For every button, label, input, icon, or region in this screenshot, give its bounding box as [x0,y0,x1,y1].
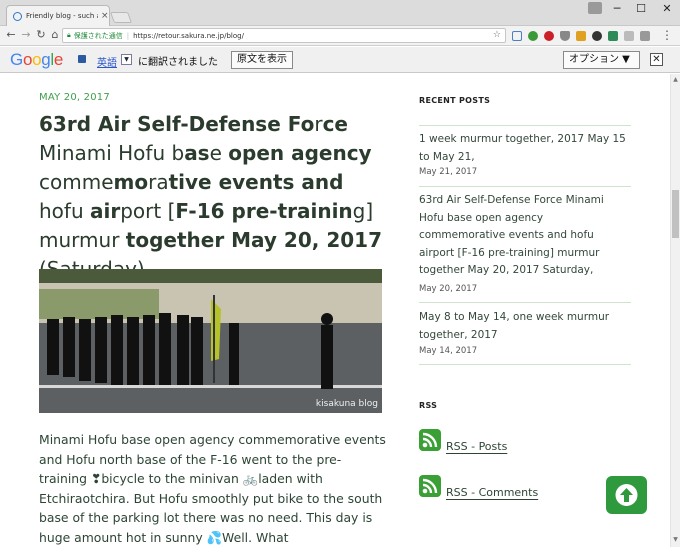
home-icon[interactable]: ⌂ [48,27,62,43]
parade-photo [39,269,382,413]
address-bar[interactable]: 🔒︎ 保護された通信 | https://retour.sakura.ne.jp… [62,28,506,43]
bookmark-star-icon[interactable]: ☆ [493,30,501,40]
post-title-segment: hofu [39,199,90,223]
recent-post-link[interactable]: May 8 to May 14, one week murmur togethe… [419,309,631,344]
scroll-up-icon[interactable]: ▲ [671,76,680,83]
translate-bar: Google 英語 ▼ に翻訳されました 原文を表示 オプション ▼ ✕ [0,47,680,73]
show-original-button[interactable]: 原文を表示 [231,51,293,69]
window-close-button[interactable]: ✕ [656,1,678,17]
rss-posts-link[interactable]: RSS - Posts [446,440,507,453]
translated-message: に翻訳されました [138,57,218,68]
extension-grey-icon[interactable] [624,31,634,41]
post-title-segment: 63rd [39,112,98,136]
scroll-down-icon[interactable]: ▼ [671,536,680,543]
recent-post-link[interactable]: 1 week murmur together, 2017 May 15 to M… [419,131,631,166]
photo-watermark: kisakuna blog [315,399,378,409]
browser-title-bar: Friendly blog - such as s... × ─ ☐ ✕ [0,0,680,26]
rss-comments-link[interactable]: RSS - Comments [446,486,538,499]
browser-tab[interactable]: Friendly blog - such as s... × [6,5,110,26]
recent-divider [419,125,631,126]
page-content: MAY 20, 2017 63rd Air Self-Defense Force… [0,74,670,547]
shield-icon[interactable] [560,31,570,41]
post-title-segment: Air [97,112,138,136]
language-dropdown-button[interactable]: ▼ [121,54,132,65]
extension-cast-icon[interactable] [512,31,522,41]
pinterest-icon[interactable] [544,31,554,41]
secure-lock-icon: 🔒︎ [67,31,71,39]
extension-doc-icon[interactable] [640,31,650,41]
recent-post-date: May 20, 2017 [419,284,478,294]
recent-post-date: May 21, 2017 [419,167,478,177]
recent-divider [419,364,631,365]
extension-green-icon[interactable] [528,31,538,41]
source-language-link[interactable]: 英語 [97,54,117,69]
translate-lock-icon [78,55,86,63]
post-title-segment: comme [39,170,114,194]
secure-connection-label: 保護された通信 [73,31,123,40]
google-logo: Google [10,50,64,69]
site-favicon-icon [13,11,22,21]
post-title-segment: together May 20, 2017 [125,228,382,252]
address-separator: | [126,31,130,40]
post-date: MAY 20, 2017 [39,92,110,103]
page-scrollbar[interactable]: ▲ ▼ [670,74,680,547]
post-title-segment: Self-Defense Fo [137,112,315,136]
profile-icon[interactable] [588,2,602,14]
recent-posts-heading: RECENT POSTS [419,96,491,105]
post-title-segment: mo [113,170,149,194]
url-text: https://retour.sakura.ne.jp/blog/ [133,31,244,40]
new-tab-button[interactable] [109,12,133,23]
post-title-segment: Minami Hofu b [39,141,185,165]
extension-yellow-icon[interactable] [576,31,586,41]
recent-divider [419,302,631,303]
post-title-segment: e [209,141,229,165]
window-maximize-button[interactable]: ☐ [630,1,652,17]
post-title: 63rd Air Self-Defense Force Minami Hofu … [39,110,389,284]
post-title-segment: port [ [120,199,176,223]
tab-title: Friendly blog - such as s... [26,12,98,20]
extension-dark-icon[interactable] [592,31,602,41]
back-to-top-button[interactable] [606,476,647,514]
scrollbar-thumb[interactable] [672,190,679,238]
translate-close-button[interactable]: ✕ [650,53,663,66]
rss-feed-icon[interactable] [419,475,441,497]
post-title-segment: F-16 pre-trainin [175,199,353,223]
arrow-up-circle-icon [615,484,638,506]
options-button[interactable]: オプション ▼ [563,51,640,69]
post-title-segment: ra [148,170,169,194]
back-arrow-icon[interactable]: ← [4,27,18,43]
forward-arrow-icon[interactable]: → [19,27,33,43]
reload-icon[interactable]: ↻ [34,27,48,43]
window-minimize-button[interactable]: ─ [606,1,628,17]
post-title-segment: tive events [168,170,302,194]
post-title-segment: r [314,112,323,136]
recent-post-link[interactable]: 63rd Air Self-Defense Force Minami Hofu … [419,192,631,280]
menu-icon[interactable]: ⋮ [660,27,674,43]
post-title-segment: and [301,170,344,194]
post-title-segment: open agency [228,141,372,165]
post-body: Minami Hofu base open agency commemorati… [39,432,386,545]
post-title-segment: air [90,199,121,223]
post-title-segment: ce [322,112,348,136]
browser-toolbar: ← → ↻ ⌂ 🔒︎ 保護された通信 | https://retour.saku… [0,26,680,46]
post-title-segment: as [184,141,210,165]
recent-post-date: May 14, 2017 [419,346,478,356]
extension-v-icon[interactable] [608,31,618,41]
recent-divider [419,186,631,187]
rss-heading: RSS [419,401,438,410]
rss-feed-icon[interactable] [419,429,441,451]
post-photo: kisakuna blog [39,269,382,413]
tab-close-icon[interactable]: × [101,11,109,21]
